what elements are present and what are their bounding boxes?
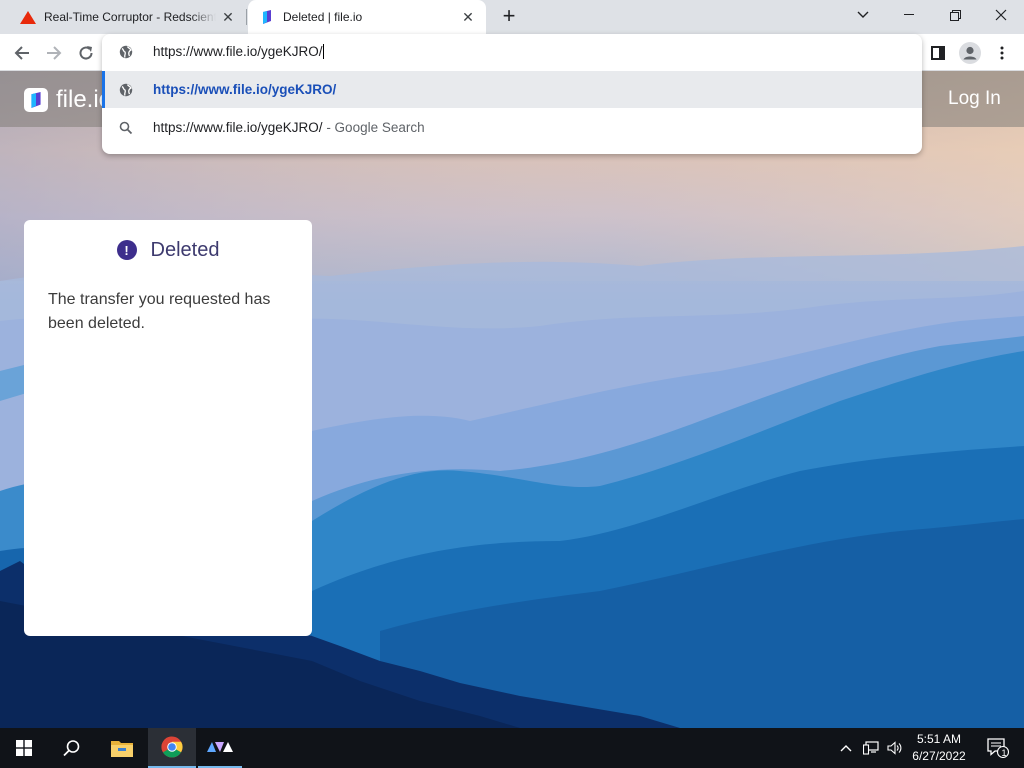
taskbar-clock[interactable]: 5:51 AM 6/27/2022	[906, 731, 972, 765]
tray-overflow-button[interactable]	[836, 728, 856, 768]
new-tab-button[interactable]: +	[498, 5, 520, 28]
network-icon	[863, 741, 879, 755]
site-logo[interactable]: file.io	[24, 86, 112, 113]
chrome-icon	[161, 736, 183, 758]
card-message: The transfer you requested has been dele…	[48, 291, 271, 332]
tab-fileio-deleted[interactable]: Deleted | file.io ✕	[248, 0, 486, 34]
volume-tray-button[interactable]	[884, 728, 906, 768]
card-header: ! Deleted	[24, 238, 312, 262]
search-button[interactable]	[48, 728, 96, 768]
card-title: Deleted	[150, 238, 220, 261]
tab-title: Deleted | file.io	[283, 10, 363, 24]
arrow-right-icon	[47, 46, 62, 60]
address-bar[interactable]: https://www.file.io/ygeKJRO/	[102, 34, 922, 70]
tab-title: Real-Time Corruptor - Redscientist	[44, 10, 216, 24]
tab-search-button[interactable]	[840, 0, 886, 30]
chevron-up-icon	[840, 745, 852, 752]
tab-real-time-corruptor[interactable]: Real-Time Corruptor - Redscientist ✕	[8, 0, 246, 34]
action-center-button[interactable]: 1	[978, 728, 1018, 768]
more-vert-icon	[1000, 46, 1004, 60]
minimize-icon	[904, 14, 914, 15]
suggestion-text: https://www.file.io/ygeKJRO/	[153, 120, 323, 135]
side-panel-button[interactable]	[925, 40, 951, 66]
back-button[interactable]	[9, 40, 35, 66]
avatar-icon	[959, 42, 981, 64]
close-window-button[interactable]	[978, 0, 1024, 30]
tab-strip: Real-Time Corruptor - Redscientist ✕ Del…	[0, 0, 1024, 34]
notification-count: 1	[1001, 748, 1007, 758]
side-panel-icon	[931, 46, 945, 60]
fileio-icon	[263, 10, 271, 24]
exclamation-icon: !	[116, 240, 137, 260]
web-page: file.io Log In ! Deleted The transfer yo…	[0, 71, 1024, 728]
fileio-logo-icon	[24, 88, 48, 112]
close-icon[interactable]: ✕	[220, 9, 236, 25]
arrow-left-icon	[14, 46, 29, 60]
reload-icon	[79, 46, 93, 60]
warning-triangle-icon	[20, 11, 36, 24]
text-caret	[322, 44, 324, 59]
omnibox-dropdown: https://www.file.io/ygeKJRO/ https://www…	[102, 34, 922, 154]
deleted-card: ! Deleted The transfer you requested has…	[24, 220, 312, 636]
close-icon	[995, 9, 1007, 21]
address-input[interactable]: https://www.file.io/ygeKJRO/	[153, 44, 323, 59]
windows-icon	[16, 740, 32, 756]
folder-icon	[111, 741, 133, 757]
search-icon	[119, 121, 133, 135]
suggestion-suffix: - Google Search	[322, 120, 425, 135]
search-icon	[63, 740, 80, 757]
globe-icon	[119, 45, 133, 59]
file-explorer-button[interactable]	[98, 728, 146, 768]
omnibox-suggestion-search[interactable]: https://www.file.io/ygeKJRO/ - Google Se…	[102, 109, 922, 146]
omnibox-suggestion-url[interactable]: https://www.file.io/ygeKJRO/	[102, 71, 922, 108]
taskbar: 5:51 AM 6/27/2022 1	[0, 728, 1024, 768]
profile-button[interactable]	[957, 40, 983, 66]
restore-button[interactable]	[932, 0, 978, 30]
chrome-taskbar-button[interactable]	[148, 728, 196, 768]
volume-icon	[887, 741, 902, 755]
forward-button[interactable]	[41, 40, 67, 66]
clock-time: 5:51 AM	[916, 732, 962, 746]
globe-icon	[119, 83, 133, 97]
network-tray-button[interactable]	[860, 728, 882, 768]
suggestion-text: https://www.file.io/ygeKJRO/	[153, 82, 337, 97]
minimize-button[interactable]	[886, 0, 932, 30]
login-link[interactable]: Log In	[948, 88, 1001, 110]
clock-date: 6/27/2022	[912, 749, 966, 763]
menu-button[interactable]	[989, 40, 1015, 66]
close-icon[interactable]: ✕	[460, 9, 476, 25]
restore-icon	[949, 9, 961, 21]
chevron-down-icon	[857, 11, 869, 18]
tab-divider	[246, 9, 247, 25]
app-taskbar-button[interactable]	[198, 728, 242, 768]
app-logo-icon	[207, 742, 233, 752]
start-button[interactable]	[0, 728, 48, 768]
reload-button[interactable]	[73, 40, 99, 66]
